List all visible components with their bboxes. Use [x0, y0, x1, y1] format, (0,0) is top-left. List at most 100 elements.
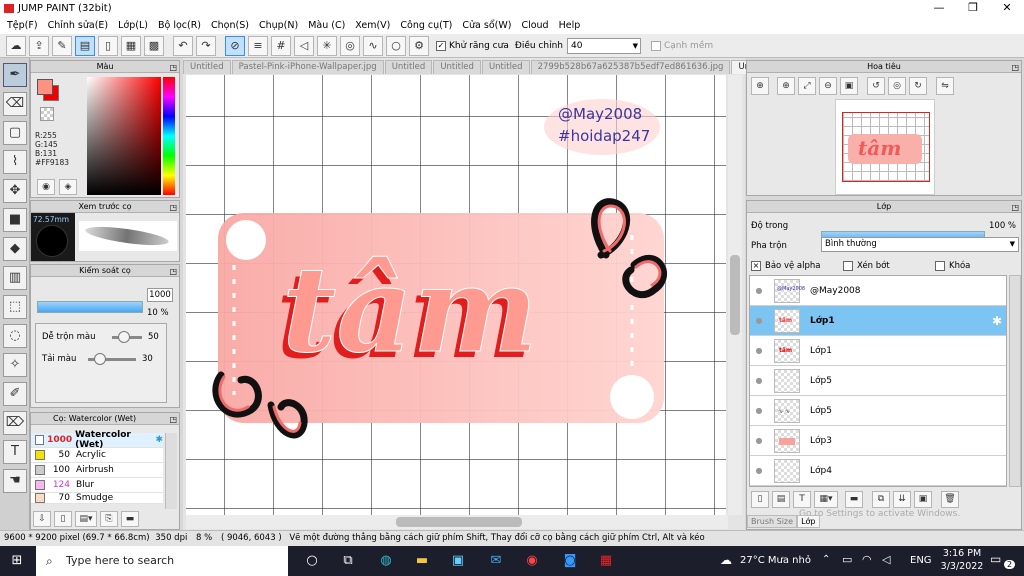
brush-item[interactable]: 124 Blur — [31, 478, 163, 493]
visibility-icon[interactable]: ● — [750, 466, 768, 475]
wifi-icon[interactable]: ◠ — [862, 553, 872, 566]
undo-icon[interactable]: ↶ — [173, 35, 193, 56]
notification-icon[interactable]: ▭ — [990, 552, 1001, 566]
brush-menu-icon[interactable]: ▤▾ — [75, 511, 97, 527]
new-brush-icon[interactable]: ▯ — [54, 511, 72, 527]
zoom-in-alt-icon[interactable]: ⊕ — [777, 77, 795, 95]
cloud-icon[interactable]: ☁ — [6, 35, 26, 56]
antialias-checkbox[interactable]: ✓ — [436, 40, 446, 51]
menu-help[interactable]: Help — [559, 20, 581, 31]
drawing-canvas[interactable]: tâm tâm @May2008 #hoidap247 — [186, 75, 726, 515]
doc-tab[interactable]: Untitled — [481, 60, 530, 74]
rect-select-icon[interactable]: ▢ — [3, 121, 27, 145]
redo-icon[interactable]: ↷ — [196, 35, 216, 56]
brush-folder-icon[interactable]: ▬ — [121, 511, 139, 527]
doc-tab[interactable]: Untitled — [183, 60, 231, 74]
actual-size-icon[interactable]: ▣ — [840, 77, 858, 95]
no-ruler-icon[interactable]: ⊘ — [225, 35, 245, 56]
clock-time[interactable]: 3:16 PM — [940, 548, 984, 559]
menu-filter[interactable]: Bộ lọc(R) — [158, 20, 201, 31]
hue-slider[interactable] — [163, 77, 175, 195]
layer-folder-icon[interactable]: ▬ — [845, 491, 863, 508]
brush-item[interactable]: 70 Smudge — [31, 493, 163, 504]
scroll-thumb[interactable] — [396, 517, 522, 527]
panel-pin-icon[interactable]: ◳ — [169, 62, 177, 74]
palette-icon[interactable]: ◈ — [59, 179, 77, 195]
layer-row[interactable]: ● Lớp4 — [750, 456, 1006, 486]
scroll-thumb[interactable] — [730, 255, 740, 335]
chrome-icon[interactable]: ◉ — [518, 546, 546, 576]
visibility-icon[interactable]: ● — [750, 346, 768, 355]
eyedropper-icon[interactable]: ◉ — [37, 179, 55, 195]
panel-pin-icon[interactable]: ◳ — [169, 202, 177, 214]
doc-tab[interactable]: 2799b528b67a625387b5edf7ed861636.jpg — [530, 60, 731, 74]
grid-icon[interactable]: ▩ — [144, 35, 164, 56]
flip-icon[interactable]: ⇋ — [936, 77, 954, 95]
new-layer-icon[interactable]: ▯ — [751, 491, 769, 508]
radial-icon[interactable]: ✳ — [317, 35, 337, 56]
gradient-tool-icon[interactable]: ▥ — [3, 266, 27, 290]
clip-checkbox[interactable] — [843, 261, 853, 271]
layer-list-scrollbar[interactable] — [1009, 275, 1021, 487]
rotate-left-icon[interactable]: ↺ — [867, 77, 885, 95]
menu-layer[interactable]: Lớp(L) — [118, 20, 148, 31]
brush-item[interactable]: 1000 Watercolor (Wet) ✱ — [31, 430, 163, 450]
circle-ruler-icon[interactable]: ○ — [386, 35, 406, 56]
hand-tool-icon[interactable]: ☚ — [3, 469, 27, 493]
layers-icon[interactable]: ▦ — [121, 35, 141, 56]
menu-tools[interactable]: Công cụ(T) — [400, 20, 452, 31]
tab-layer[interactable]: Lớp — [797, 515, 820, 528]
comment-icon[interactable]: ✎ — [52, 35, 72, 56]
download-brush-icon[interactable]: ⇩ — [33, 511, 51, 527]
gear-icon[interactable]: ✱ — [155, 435, 163, 445]
duplicate-layer-icon[interactable]: ⧉ — [872, 491, 890, 508]
layer-row[interactable]: ● Lớp3 — [750, 426, 1006, 456]
zalo-icon[interactable]: ◙ — [556, 546, 584, 576]
magic-wand-icon[interactable]: ✧ — [3, 353, 27, 377]
store-icon[interactable]: ▣ — [444, 546, 472, 576]
text-tool-icon[interactable]: T — [3, 440, 27, 464]
clock-date[interactable]: 3/3/2022 — [940, 561, 984, 572]
fit-icon[interactable]: ⤢ — [798, 77, 816, 95]
curve-ruler-icon[interactable]: ∿ — [363, 35, 383, 56]
edge-checkbox[interactable] — [650, 40, 661, 51]
delete-layer-icon[interactable]: 🗑 — [941, 491, 959, 508]
visibility-icon[interactable]: ● — [750, 376, 768, 385]
visibility-icon[interactable]: ● — [750, 436, 768, 445]
rotate-right-icon[interactable]: ↻ — [909, 77, 927, 95]
network-icon[interactable]: ▭ — [842, 553, 852, 566]
blend-mode-select[interactable]: Bình thường ▼ — [821, 237, 1019, 252]
doc-tab[interactable]: Pastel-Pink-iPhone-Wallpaper.jpg — [231, 60, 384, 74]
primary-color-swatch[interactable] — [37, 79, 53, 95]
panel-pin-icon[interactable]: ◳ — [169, 266, 177, 278]
mix-slider-knob[interactable] — [94, 353, 106, 365]
doc-tab[interactable]: Untitled — [384, 60, 433, 74]
protect-alpha-checkbox[interactable]: × — [751, 261, 761, 271]
panel-pin-icon[interactable]: ◳ — [169, 414, 177, 426]
brush-item[interactable]: 50 Acrylic — [31, 448, 163, 463]
jump-paint-icon[interactable]: ▦ — [592, 546, 620, 576]
volume-icon[interactable]: ◁ — [882, 553, 890, 566]
gear-icon[interactable]: ✱ — [992, 314, 1002, 328]
transparent-color-swatch[interactable] — [40, 107, 54, 121]
brush-size-slider[interactable] — [37, 301, 143, 313]
select-tool-icon[interactable]: ⬚ — [3, 295, 27, 319]
layer-row[interactable]: ● tâm Lớp1 — [750, 336, 1006, 366]
cortana-icon[interactable]: ○ — [298, 546, 326, 576]
layer-row[interactable]: ● ∿ ∿ Lớp5 — [750, 396, 1006, 426]
lock-checkbox[interactable] — [935, 261, 945, 271]
page-icon[interactable]: ▯ — [98, 35, 118, 56]
close-button[interactable]: ✕ — [990, 0, 1024, 17]
color-picker-square[interactable] — [87, 77, 161, 195]
lasso-tool-icon[interactable]: ◌ — [3, 324, 27, 348]
menu-edit[interactable]: Chỉnh sửa(E) — [48, 20, 109, 31]
task-view-icon[interactable]: ⧉ — [334, 546, 362, 576]
visibility-icon[interactable]: ● — [750, 406, 768, 415]
file-explorer-icon[interactable]: ▬ — [408, 546, 436, 576]
blend-slider-knob[interactable] — [118, 331, 130, 343]
menu-color[interactable]: Màu (C) — [308, 20, 345, 31]
layer-row[interactable]: ● @May2008 @May2008 — [750, 276, 1006, 306]
layer-menu-icon[interactable]: ▦▾ — [814, 491, 838, 508]
menu-file[interactable]: Tệp(F) — [7, 20, 38, 31]
canvas-vertical-scrollbar[interactable] — [728, 75, 742, 515]
